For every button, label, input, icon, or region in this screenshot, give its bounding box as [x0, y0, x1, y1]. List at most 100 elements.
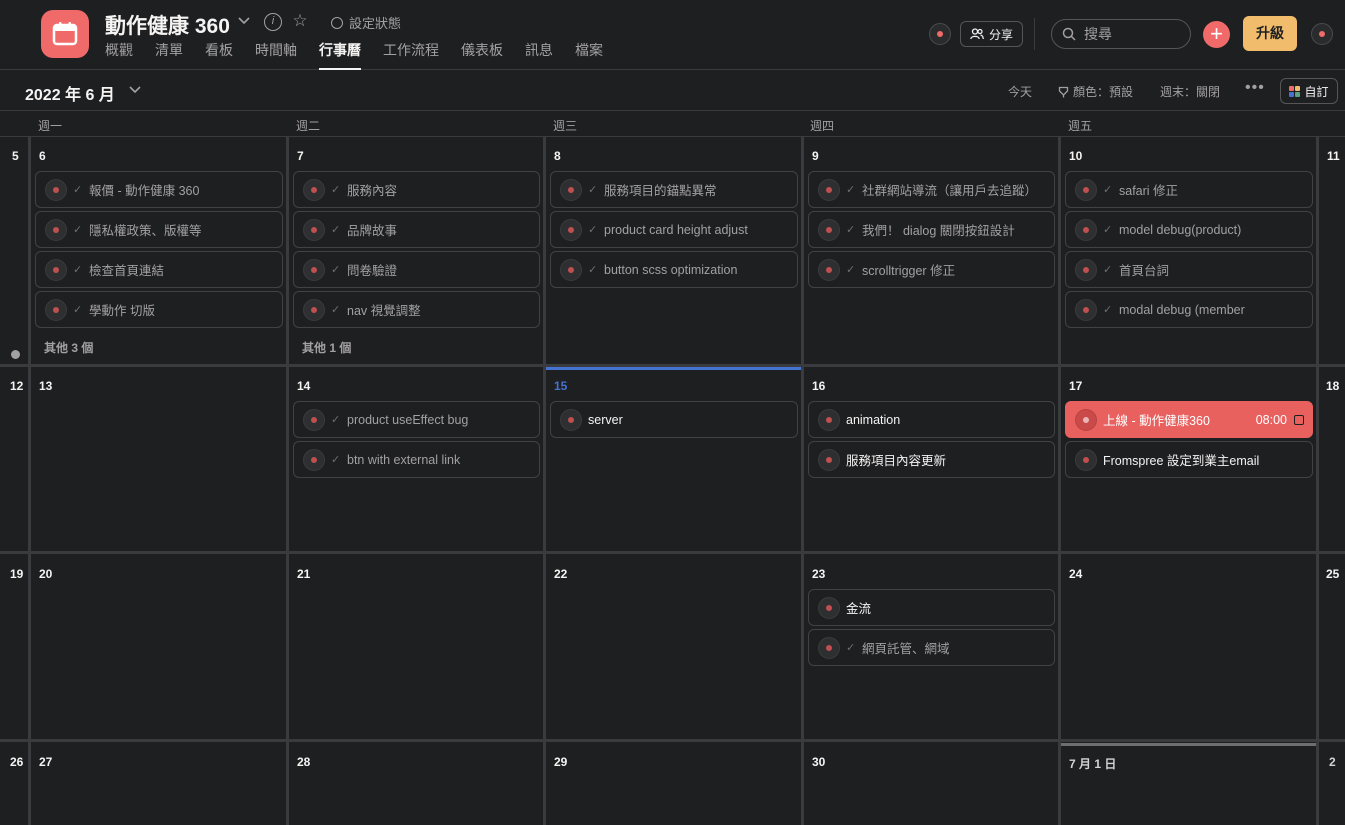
checkmark-icon[interactable]: ✓	[588, 223, 598, 236]
checkmark-icon[interactable]: ✓	[1103, 223, 1113, 236]
grid-line	[801, 137, 804, 825]
checkmark-icon[interactable]: ✓	[331, 303, 341, 316]
grid-line	[286, 137, 289, 825]
checkmark-icon[interactable]: ✓	[331, 263, 341, 276]
add-button[interactable]: +	[1203, 21, 1230, 48]
task-card[interactable]: ✓ scrolltrigger 修正	[808, 251, 1055, 288]
task-card[interactable]: ✓ 網頁託管、網域	[808, 629, 1055, 666]
more-options-icon[interactable]: •••	[1245, 79, 1265, 97]
task-checkbox-icon[interactable]	[1294, 415, 1304, 425]
task-card[interactable]: ✓ 隱私權政策、版權等	[35, 211, 283, 248]
task-card[interactable]: ✓ 服務內容	[293, 171, 540, 208]
task-card[interactable]: ✓ button scss optimization	[550, 251, 798, 288]
search-box[interactable]	[1051, 19, 1191, 49]
task-card[interactable]: ✓ 品牌故事	[293, 211, 540, 248]
tab-overview[interactable]: 概觀	[105, 40, 133, 70]
task-title: server	[588, 412, 623, 427]
tab-calendar[interactable]: 行事曆	[319, 40, 361, 70]
checkmark-icon[interactable]: ✓	[588, 263, 598, 276]
task-card[interactable]: ✓ 檢查首頁連結	[35, 251, 283, 288]
share-label: 分享	[989, 27, 1014, 42]
task-card[interactable]: Fromspree 設定到業主email	[1065, 441, 1313, 478]
tab-messages[interactable]: 訊息	[525, 40, 553, 70]
task-card[interactable]: ✓ nav 視覺調整	[293, 291, 540, 328]
customize-label: 自訂	[1304, 84, 1329, 99]
grid-line	[1058, 137, 1061, 825]
assignee-avatar	[303, 258, 325, 281]
checkmark-icon[interactable]: ✓	[1103, 303, 1113, 316]
task-card[interactable]: ✓ modal debug (member	[1065, 291, 1313, 328]
calendar-toolbar: 2022 年 6 月 今天 顏色：預設 週末：關閉 ••• 自訂	[0, 71, 1345, 111]
checkmark-icon[interactable]: ✓	[73, 223, 83, 236]
checkmark-icon[interactable]: ✓	[588, 183, 598, 196]
tab-dashboard[interactable]: 儀表板	[461, 40, 503, 70]
task-card[interactable]: ✓ 問卷驗證	[293, 251, 540, 288]
weekend-label: 週末：關閉	[1160, 85, 1221, 99]
task-card[interactable]: server	[550, 401, 798, 438]
assignee-avatar	[560, 408, 582, 431]
today-button[interactable]: 今天	[1008, 83, 1032, 100]
task-title: scrolltrigger 修正	[862, 264, 956, 278]
checkmark-icon[interactable]: ✓	[331, 223, 341, 236]
star-icon[interactable]: ☆	[291, 12, 309, 30]
tab-timeline[interactable]: 時間軸	[255, 40, 297, 70]
task-card[interactable]: 服務項目內容更新	[808, 441, 1055, 478]
more-tasks-link[interactable]: 其他 3 個	[44, 339, 93, 356]
task-card[interactable]: ✓ product card height adjust	[550, 211, 798, 248]
checkmark-icon[interactable]: ✓	[846, 223, 856, 236]
milestone-task-card[interactable]: 上線 - 動作健康360 08:00	[1065, 401, 1313, 438]
more-tasks-link[interactable]: 其他 1 個	[302, 339, 351, 356]
checkmark-icon[interactable]: ✓	[846, 183, 856, 196]
checkmark-icon[interactable]: ✓	[1103, 183, 1113, 196]
task-card[interactable]: animation	[808, 401, 1055, 438]
tab-list[interactable]: 清單	[155, 40, 183, 70]
member-avatar[interactable]	[929, 23, 951, 45]
checkmark-icon[interactable]: ✓	[846, 263, 856, 276]
task-card[interactable]: ✓ 社群網站導流（讓用戶去追蹤）	[808, 171, 1055, 208]
checkmark-icon[interactable]: ✓	[331, 453, 341, 466]
checkmark-icon[interactable]: ✓	[331, 183, 341, 196]
checkmark-icon[interactable]: ✓	[73, 303, 83, 316]
month-label[interactable]: 2022 年 6 月	[25, 81, 115, 105]
task-card[interactable]: ✓ 我們！ dialog 關閉按鈕設計	[808, 211, 1055, 248]
set-status-button[interactable]: 設定狀態	[331, 13, 401, 32]
task-title: btn with external link	[347, 452, 461, 467]
upgrade-button[interactable]: 升級	[1243, 16, 1297, 51]
task-title: product useEffect bug	[347, 412, 469, 427]
search-input[interactable]	[1084, 26, 1174, 42]
task-card[interactable]: ✓ 服務項目的錨點異常	[550, 171, 798, 208]
checkmark-icon[interactable]: ✓	[331, 413, 341, 426]
task-card[interactable]: ✓ btn with external link	[293, 441, 540, 478]
customize-button[interactable]: 自訂	[1280, 78, 1338, 104]
task-card[interactable]: ✓ 報價 - 動作健康 360	[35, 171, 283, 208]
task-card[interactable]: ✓ 學動作 切版	[35, 291, 283, 328]
color-button[interactable]: 顏色：預設	[1058, 83, 1133, 100]
task-card[interactable]: ✓ safari 修正	[1065, 171, 1313, 208]
weekend-button[interactable]: 週末：關閉	[1160, 83, 1220, 100]
task-card[interactable]: ✓ product useEffect bug	[293, 401, 540, 438]
chevron-down-icon[interactable]	[235, 13, 253, 31]
tab-files[interactable]: 檔案	[575, 40, 603, 70]
checkmark-icon[interactable]: ✓	[73, 263, 83, 276]
task-card[interactable]: ✓ 首頁台詞	[1065, 251, 1313, 288]
assignee-avatar	[1075, 218, 1097, 241]
paint-bucket-icon	[1058, 86, 1069, 97]
tab-board[interactable]: 看板	[205, 40, 233, 70]
chevron-down-icon[interactable]	[128, 82, 142, 99]
share-button[interactable]: 分享	[960, 21, 1024, 47]
task-card[interactable]: 金流	[808, 589, 1055, 626]
checkmark-icon[interactable]: ✓	[1103, 263, 1113, 276]
checkmark-icon[interactable]: ✓	[73, 183, 83, 196]
day-number: 28	[297, 755, 311, 769]
assignee-avatar	[818, 596, 840, 619]
assignee-avatar	[45, 298, 67, 321]
info-icon[interactable]: i	[264, 13, 282, 31]
tab-workflow[interactable]: 工作流程	[383, 40, 439, 70]
assignee-avatar	[818, 636, 840, 659]
checkmark-icon[interactable]: ✓	[846, 641, 856, 654]
task-card[interactable]: ✓ model debug(product)	[1065, 211, 1313, 248]
user-avatar[interactable]	[1311, 23, 1333, 45]
calendar-project-icon[interactable]	[41, 10, 89, 58]
task-title: 隱私權政策、版權等	[89, 224, 202, 238]
customize-grid-icon	[1289, 85, 1301, 97]
